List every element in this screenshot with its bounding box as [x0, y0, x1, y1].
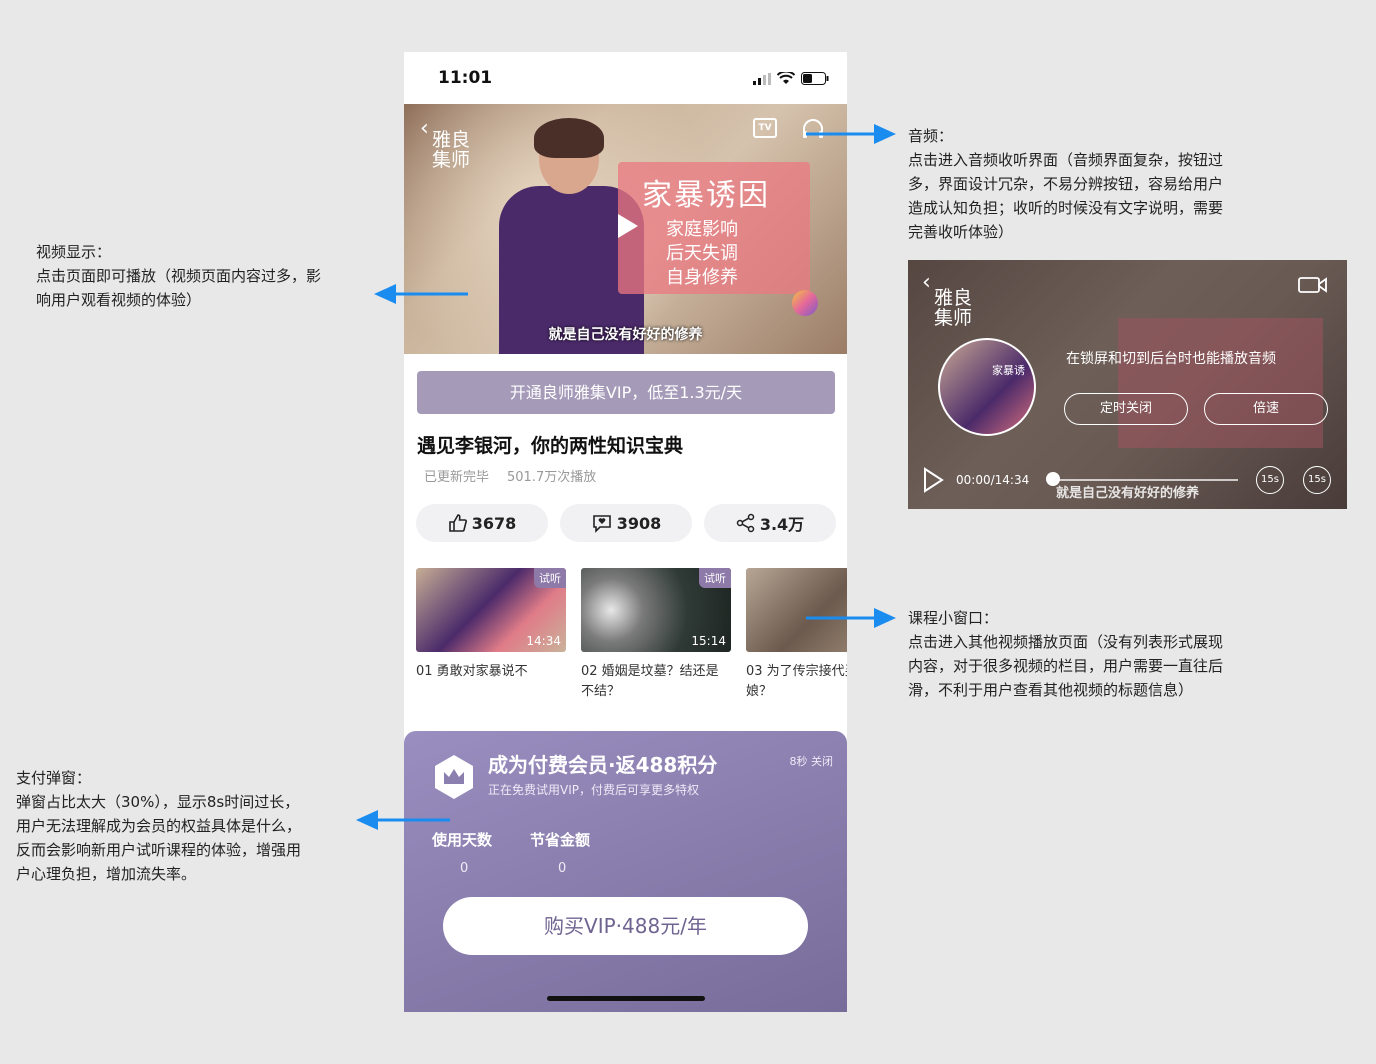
share-count: 3.4万	[759, 515, 805, 534]
brand-logo-line: 集师	[934, 307, 973, 329]
back-icon[interactable]: ‹	[922, 270, 931, 295]
phone-screen: 11:01 家暴诱因 家庭影响 后天失调 自身修养 ‹ 雅良 集师 TV 就是自…	[404, 52, 847, 1012]
video-sign-line: 家庭影响	[666, 219, 738, 240]
play-icon[interactable]	[616, 212, 640, 240]
video-sign-title: 家暴诱因	[642, 178, 770, 213]
payment-popup: 成为付费会员·返488积分 正在免费试用VIP，付费后可享更多特权 8秒 关闭 …	[404, 731, 847, 1012]
note-payment: 支付弹窗： 弹窗占比太大（30%），显示8s时间过长， 用户无法理解成为会员的权…	[16, 769, 302, 883]
status-time: 11:01	[438, 68, 493, 88]
status-icons	[753, 72, 829, 85]
course-plays: 501.7万次播放	[507, 470, 597, 485]
episode-card[interactable]: 试听 14:34 01 勇敢对家暴说不	[416, 568, 566, 682]
brand-logo: 雅良 集师	[934, 288, 972, 328]
episode-carousel[interactable]: 试听 14:34 01 勇敢对家暴说不 试听 15:14 02 婚姻是坟墓？结还…	[416, 568, 847, 708]
like-button[interactable]: 3678	[416, 504, 548, 542]
arrow-left-icon	[374, 284, 468, 304]
note-video: 视频显示： 点击页面即可播放（视频页面内容过多，影 响用户观看视频的体验）	[36, 243, 322, 309]
status-bar: 11:01	[404, 52, 847, 104]
episode-title: 01 勇敢对家暴说不	[416, 664, 528, 679]
usage-days-value: 0	[460, 861, 469, 876]
vip-banner-button[interactable]: 开通良师雅集VIP，低至1.3元/天	[417, 371, 835, 414]
buy-vip-button[interactable]: 购买VIP·488元/年	[443, 897, 808, 955]
episode-title: 03 为了传宗接代买卖新娘？	[746, 664, 847, 699]
trial-badge: 试听	[534, 568, 566, 588]
episode-title: 02 婚姻是坟墓？结还是不结？	[581, 664, 719, 699]
video-sign-line: 后天失调	[666, 243, 738, 264]
usage-days-label: 使用天数	[432, 831, 493, 849]
comment-count: 3908	[616, 513, 662, 533]
popup-title: 成为付费会员·返488积分	[488, 753, 718, 777]
episode-thumbnail: 试听 15:14	[581, 568, 731, 652]
audio-cover-thumbnail: 家暴诱	[938, 338, 1036, 436]
brand-logo-line: 雅良	[432, 129, 471, 151]
audio-cover-text: 家暴诱	[992, 364, 1025, 377]
channel-badge-icon	[792, 290, 818, 316]
share-button[interactable]: 3.4万	[704, 504, 836, 542]
thumb-up-icon	[448, 514, 467, 532]
brand-logo-line: 集师	[432, 149, 471, 171]
course-meta: 已更新完毕 501.7万次播放	[424, 466, 596, 485]
trial-badge: 试听	[699, 568, 731, 588]
course-title: 遇见李银河，你的两性知识宝典	[417, 435, 684, 457]
episode-card[interactable]: 03 为了传宗接代买卖新娘？	[746, 568, 847, 702]
brand-logo: 雅良 集师	[432, 130, 470, 170]
episode-thumbnail: 试听 14:34	[416, 568, 566, 652]
savings-label: 节省金额	[530, 831, 591, 849]
skip-back-button[interactable]: 15s	[1256, 466, 1284, 494]
episode-duration: 15:14	[691, 634, 726, 648]
video-subtitle: 就是自己没有好好的修养	[548, 327, 703, 343]
popup-subtitle: 正在免费试用VIP，付费后可享更多特权	[488, 783, 699, 797]
skip-forward-button[interactable]: 15s	[1303, 466, 1331, 494]
back-icon[interactable]: ‹	[420, 116, 429, 141]
signal-icon	[753, 72, 771, 85]
arrow-right-icon	[806, 124, 896, 144]
wifi-icon	[777, 72, 795, 84]
audio-screen-preview: ‹ 雅良 集师 家暴诱 在锁屏和切到后台时也能播放音频 定时关闭 倍速 00:0…	[908, 260, 1347, 509]
popup-close-button[interactable]: 8秒 关闭	[790, 753, 834, 769]
episode-duration: 14:34	[526, 634, 561, 648]
brand-logo-line: 雅良	[934, 287, 973, 309]
comment-heart-icon	[592, 515, 611, 533]
note-audio: 音频： 点击进入音频收听界面（音频界面复杂，按钮过 多，界面设计冗杂，不易分辨按…	[908, 127, 1224, 241]
arrow-right-icon	[806, 608, 896, 628]
episode-card[interactable]: 试听 15:14 02 婚姻是坟墓？结还是不结？	[581, 568, 731, 702]
like-count: 3678	[471, 513, 517, 533]
comment-button[interactable]: 3908	[560, 504, 692, 542]
note-window: 课程小窗口： 点击进入其他视频播放页面（没有列表形式展现 内容，对于很多视频的栏…	[908, 609, 1224, 699]
arrow-left-icon	[356, 810, 450, 830]
video-sign-line: 自身修养	[666, 267, 738, 288]
battery-icon	[801, 72, 829, 85]
audio-progress-track[interactable]	[1052, 479, 1238, 481]
video-player[interactable]: 家暴诱因 家庭影响 后天失调 自身修养 ‹ 雅良 集师 TV 就是自己没有好好的…	[404, 104, 847, 354]
savings-value: 0	[558, 861, 567, 876]
sleep-timer-button[interactable]: 定时关闭	[1064, 393, 1188, 425]
video-sign-lines: 家庭影响 后天失调 自身修养	[666, 218, 738, 290]
crown-icon	[435, 755, 473, 799]
video-sign: 家暴诱因 家庭影响 后天失调 自身修养	[618, 162, 810, 294]
tv-cast-icon[interactable]: TV	[753, 118, 777, 138]
playback-speed-button[interactable]: 倍速	[1204, 393, 1328, 425]
video-camera-icon[interactable]	[1298, 276, 1328, 294]
course-status: 已更新完毕	[424, 470, 490, 485]
home-indicator	[547, 996, 705, 1001]
share-icon	[736, 513, 755, 533]
background-play-hint: 在锁屏和切到后台时也能播放音频	[1066, 351, 1276, 367]
